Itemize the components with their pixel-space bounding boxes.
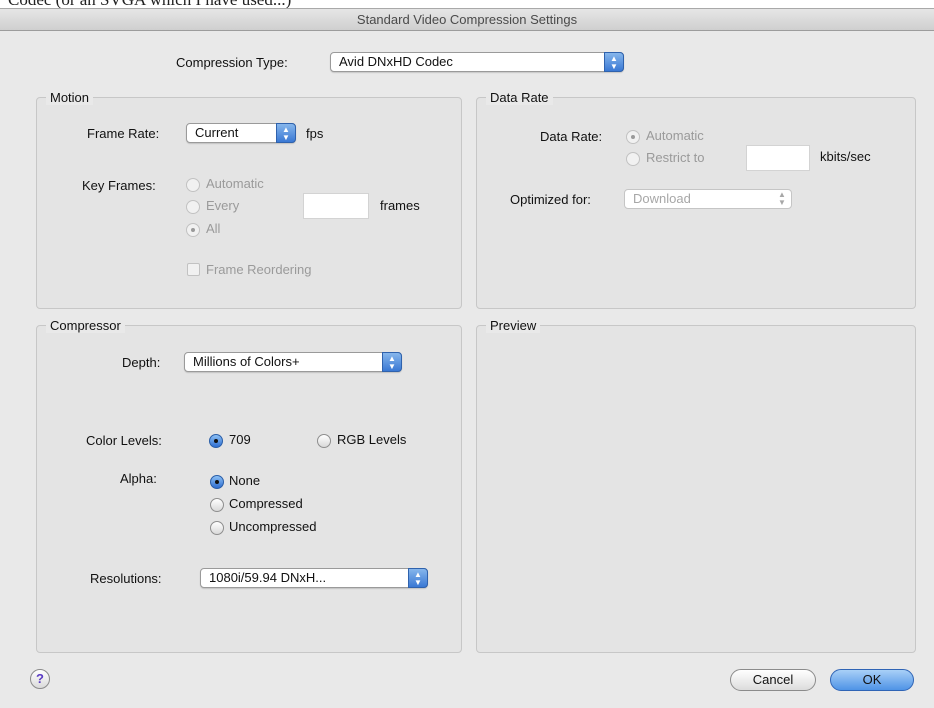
alpha-compressed-label: Compressed (229, 496, 303, 511)
preview-group (476, 325, 916, 653)
color-levels-rgb-radio[interactable] (317, 434, 331, 448)
popup-arrows-icon: ▲ ▼ (276, 123, 296, 143)
popup-arrows-icon: ▲ ▼ (778, 190, 786, 207)
preview-group-title: Preview (486, 318, 541, 333)
alpha-label: Alpha: (120, 471, 157, 486)
data-rate-label: Data Rate: (540, 129, 603, 144)
key-frames-label: Key Frames: (82, 178, 156, 193)
key-frames-all-label: All (206, 221, 221, 236)
fps-label: fps (306, 126, 324, 141)
key-frames-automatic-radio[interactable] (186, 178, 200, 192)
data-rate-restrict-radio[interactable] (626, 152, 640, 166)
compressor-group-title: Compressor (46, 318, 125, 333)
frame-rate-popup[interactable]: Current ▲ ▼ (186, 123, 296, 143)
data-rate-restrict-label: Restrict to (646, 150, 705, 165)
popup-arrows-icon: ▲ ▼ (604, 52, 624, 72)
key-frames-every-radio[interactable] (186, 200, 200, 214)
key-frames-every-field[interactable] (303, 193, 369, 219)
alpha-uncompressed-label: Uncompressed (229, 519, 317, 534)
frame-reordering-label: Frame Reordering (206, 262, 312, 277)
data-rate-automatic-label: Automatic (646, 128, 704, 143)
kbits-unit-label: kbits/sec (820, 149, 871, 164)
alpha-compressed-radio[interactable] (210, 498, 224, 512)
color-levels-709-label: 709 (229, 432, 251, 447)
popup-arrows-icon: ▲ ▼ (408, 568, 428, 588)
key-frames-automatic-label: Automatic (206, 176, 264, 191)
key-frames-every-label: Every (206, 198, 240, 213)
depth-popup[interactable]: Millions of Colors+ ▲ ▼ (184, 352, 402, 372)
dialog-title: Standard Video Compression Settings (0, 9, 934, 31)
depth-value: Millions of Colors+ (193, 354, 300, 369)
color-levels-709-radio[interactable] (209, 434, 223, 448)
data-rate-field[interactable] (746, 145, 810, 171)
compression-type-value: Avid DNxHD Codec (339, 54, 453, 69)
resolutions-label: Resolutions: (90, 571, 162, 586)
depth-label: Depth: (122, 355, 161, 370)
optimized-for-value: Download (633, 191, 691, 206)
resolutions-value: 1080i/59.94 DNxH... (209, 570, 327, 585)
help-button[interactable]: ? (30, 669, 50, 689)
compression-type-popup[interactable]: Avid DNxHD Codec ▲ ▼ (330, 52, 624, 72)
compression-type-label: Compression Type: (176, 55, 288, 70)
resolutions-popup[interactable]: 1080i/59.94 DNxH... ▲ ▼ (200, 568, 428, 588)
alpha-none-radio[interactable] (210, 475, 224, 489)
motion-group-title: Motion (46, 90, 94, 105)
frame-rate-label: Frame Rate: (87, 126, 160, 141)
color-levels-label: Color Levels: (86, 433, 162, 448)
compressor-group (36, 325, 462, 653)
data-rate-group-title: Data Rate (486, 90, 553, 105)
optimized-for-label: Optimized for: (510, 192, 591, 207)
cancel-button[interactable]: Cancel (730, 669, 816, 691)
key-frames-all-radio[interactable] (186, 223, 200, 237)
color-levels-rgb-label: RGB Levels (337, 432, 407, 447)
compression-settings-dialog: Standard Video Compression Settings Comp… (0, 8, 934, 708)
ok-button[interactable]: OK (830, 669, 914, 691)
frames-unit-label: frames (380, 198, 420, 213)
alpha-none-label: None (229, 473, 261, 488)
frame-reordering-checkbox[interactable] (187, 263, 200, 276)
frame-rate-value: Current (195, 125, 239, 140)
popup-arrows-icon: ▲ ▼ (382, 352, 402, 372)
optimized-for-popup[interactable]: Download ▲ ▼ (624, 189, 792, 209)
alpha-uncompressed-radio[interactable] (210, 521, 224, 535)
data-rate-automatic-radio[interactable] (626, 130, 640, 144)
